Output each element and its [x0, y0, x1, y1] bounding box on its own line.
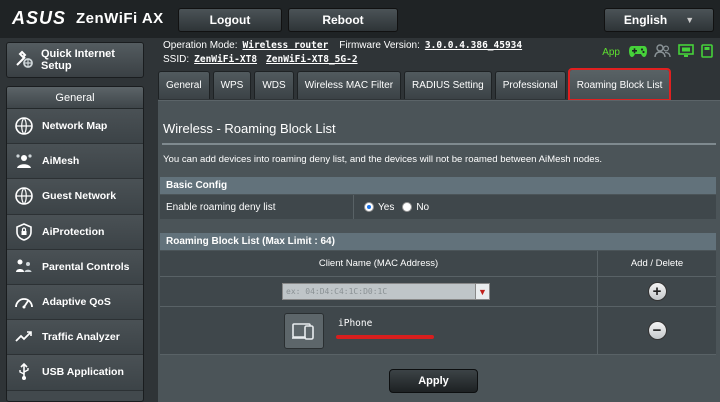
- enable-roaming-deny-label: Enable roaming deny list: [160, 195, 354, 219]
- column-client-name: Client Name (MAC Address): [160, 251, 598, 276]
- enable-roaming-deny-options: Yes No: [354, 195, 716, 219]
- sidebar-item-parental-controls[interactable]: Parental Controls: [7, 249, 143, 285]
- sidebar-item-label: AiProtection: [42, 225, 105, 238]
- aiprotection-icon: [13, 221, 35, 243]
- guest-network-icon: [13, 185, 35, 207]
- sidebar-item-label: Traffic Analyzer: [42, 331, 120, 344]
- table-header-row: Client Name (MAC Address) Add / Delete: [160, 251, 716, 277]
- brand-logo[interactable]: ASUS ZenWiFi AX: [12, 8, 164, 29]
- sidebar-item-traffic-analyzer[interactable]: Traffic Analyzer: [7, 320, 143, 356]
- sidebar: Quick Internet Setup General Network Map…: [0, 38, 150, 402]
- tab-wds[interactable]: WDS: [254, 71, 294, 99]
- roaming-block-list-header: Roaming Block List (Max Limit : 64): [160, 233, 716, 250]
- sidebar-general-menu: General Network Map AiMesh Guest Network…: [6, 86, 144, 402]
- sidebar-item-label: AiMesh: [42, 155, 80, 168]
- mac-address-input[interactable]: ex: 04:D4:C4:1C:D0:1C: [282, 283, 476, 300]
- sidebar-item-network-map[interactable]: Network Map: [7, 109, 143, 145]
- sidebar-item-aiprotection[interactable]: AiProtection: [7, 214, 143, 250]
- top-bar: ASUS ZenWiFi AX Logout Reboot English ▼: [0, 0, 720, 38]
- language-select[interactable]: English ▼: [604, 8, 714, 32]
- radio-no[interactable]: [402, 202, 413, 212]
- monitor-icon[interactable]: [678, 44, 694, 61]
- tab-roaming-block-list[interactable]: Roaming Block List: [567, 68, 672, 101]
- logout-button[interactable]: Logout: [178, 8, 282, 32]
- table-row: iPhone −: [160, 307, 716, 355]
- ssid-label: SSID:: [163, 54, 190, 65]
- sidebar-item-label: USB Application: [42, 366, 124, 379]
- language-value: English: [623, 13, 668, 27]
- delete-button[interactable]: −: [647, 321, 667, 340]
- tab-wireless-mac-filter[interactable]: Wireless MAC Filter: [296, 71, 402, 99]
- quick-internet-setup-button[interactable]: Quick Internet Setup: [6, 42, 144, 78]
- reboot-button[interactable]: Reboot: [288, 8, 398, 32]
- tab-professional[interactable]: Professional: [494, 71, 566, 99]
- tab-general[interactable]: General: [158, 71, 210, 99]
- redaction-mark: [336, 335, 434, 339]
- sidebar-item-label: Parental Controls: [42, 260, 130, 273]
- quick-setup-label: Quick Internet Setup: [41, 48, 115, 72]
- client-dropdown-toggle[interactable]: ▼: [476, 283, 490, 300]
- sidebar-item-aimesh[interactable]: AiMesh: [7, 144, 143, 180]
- sidebar-item-label: Adaptive QoS: [42, 296, 111, 309]
- users-icon[interactable]: [654, 44, 672, 61]
- router-admin-page: ASUS ZenWiFi AX Logout Reboot English ▼ …: [0, 0, 720, 402]
- sidebar-item-label: Network Map: [42, 120, 108, 133]
- parental-controls-icon: [13, 256, 35, 278]
- usb-icon[interactable]: [700, 44, 714, 61]
- op-mode-label: Operation Mode:: [163, 40, 238, 51]
- quick-setup-icon: [13, 48, 35, 73]
- column-add-delete: Add / Delete: [630, 258, 684, 269]
- title-divider: [162, 143, 716, 145]
- firmware-label: Firmware Version:: [339, 40, 420, 51]
- chevron-down-icon: ▼: [478, 286, 487, 297]
- adaptive-qos-icon: [13, 291, 35, 313]
- basic-config-header: Basic Config: [160, 177, 716, 194]
- sidebar-item-guest-network[interactable]: Guest Network: [7, 179, 143, 215]
- device-name: iPhone: [338, 318, 373, 329]
- chevron-down-icon: ▼: [685, 15, 695, 25]
- status-area: Operation Mode: Wireless router Firmware…: [163, 38, 720, 70]
- usb-application-icon: [13, 361, 35, 383]
- gamepad-icon[interactable]: [628, 44, 648, 61]
- network-map-icon: [13, 115, 35, 137]
- firmware-link[interactable]: 3.0.0.4.386_45934: [425, 40, 522, 51]
- radio-no-label[interactable]: No: [416, 202, 429, 213]
- sidebar-item-usb-application[interactable]: USB Application: [7, 355, 143, 391]
- model-name: ZenWiFi AX: [76, 10, 164, 27]
- ssid-link-1[interactable]: ZenWiFi-XT8: [194, 54, 257, 65]
- roaming-block-list-table: Client Name (MAC Address) Add / Delete e…: [160, 251, 716, 355]
- op-mode-link[interactable]: Wireless router: [243, 40, 329, 51]
- device-icon: [284, 313, 324, 349]
- aimesh-icon: [13, 150, 35, 172]
- apply-button[interactable]: Apply: [389, 369, 478, 393]
- add-button[interactable]: +: [647, 282, 667, 301]
- sidebar-item-adaptive-qos[interactable]: Adaptive QoS: [7, 284, 143, 321]
- app-link[interactable]: App: [602, 47, 620, 58]
- wireless-tabs: General WPS WDS Wireless MAC Filter RADI…: [158, 68, 672, 101]
- table-input-row: ex: 04:D4:C4:1C:D0:1C ▼ +: [160, 277, 716, 307]
- page-title: Wireless - Roaming Block List: [163, 121, 336, 136]
- radio-yes-label[interactable]: Yes: [378, 202, 394, 213]
- tab-radius-setting[interactable]: RADIUS Setting: [404, 71, 492, 99]
- page-description: You can add devices into roaming deny li…: [163, 154, 603, 165]
- tab-wps[interactable]: WPS: [212, 71, 252, 99]
- enable-roaming-deny-row: Enable roaming deny list Yes No: [160, 195, 716, 219]
- general-section-header: General: [7, 87, 143, 109]
- main-panel: Wireless - Roaming Block List You can ad…: [158, 100, 720, 402]
- status-icons: App: [602, 44, 714, 61]
- radio-yes[interactable]: [364, 202, 374, 212]
- ssid-link-2[interactable]: ZenWiFi-XT8_5G-2: [266, 54, 358, 65]
- asus-logo-text: ASUS: [12, 8, 67, 28]
- sidebar-item-label: Guest Network: [42, 190, 117, 203]
- traffic-analyzer-icon: [13, 326, 35, 348]
